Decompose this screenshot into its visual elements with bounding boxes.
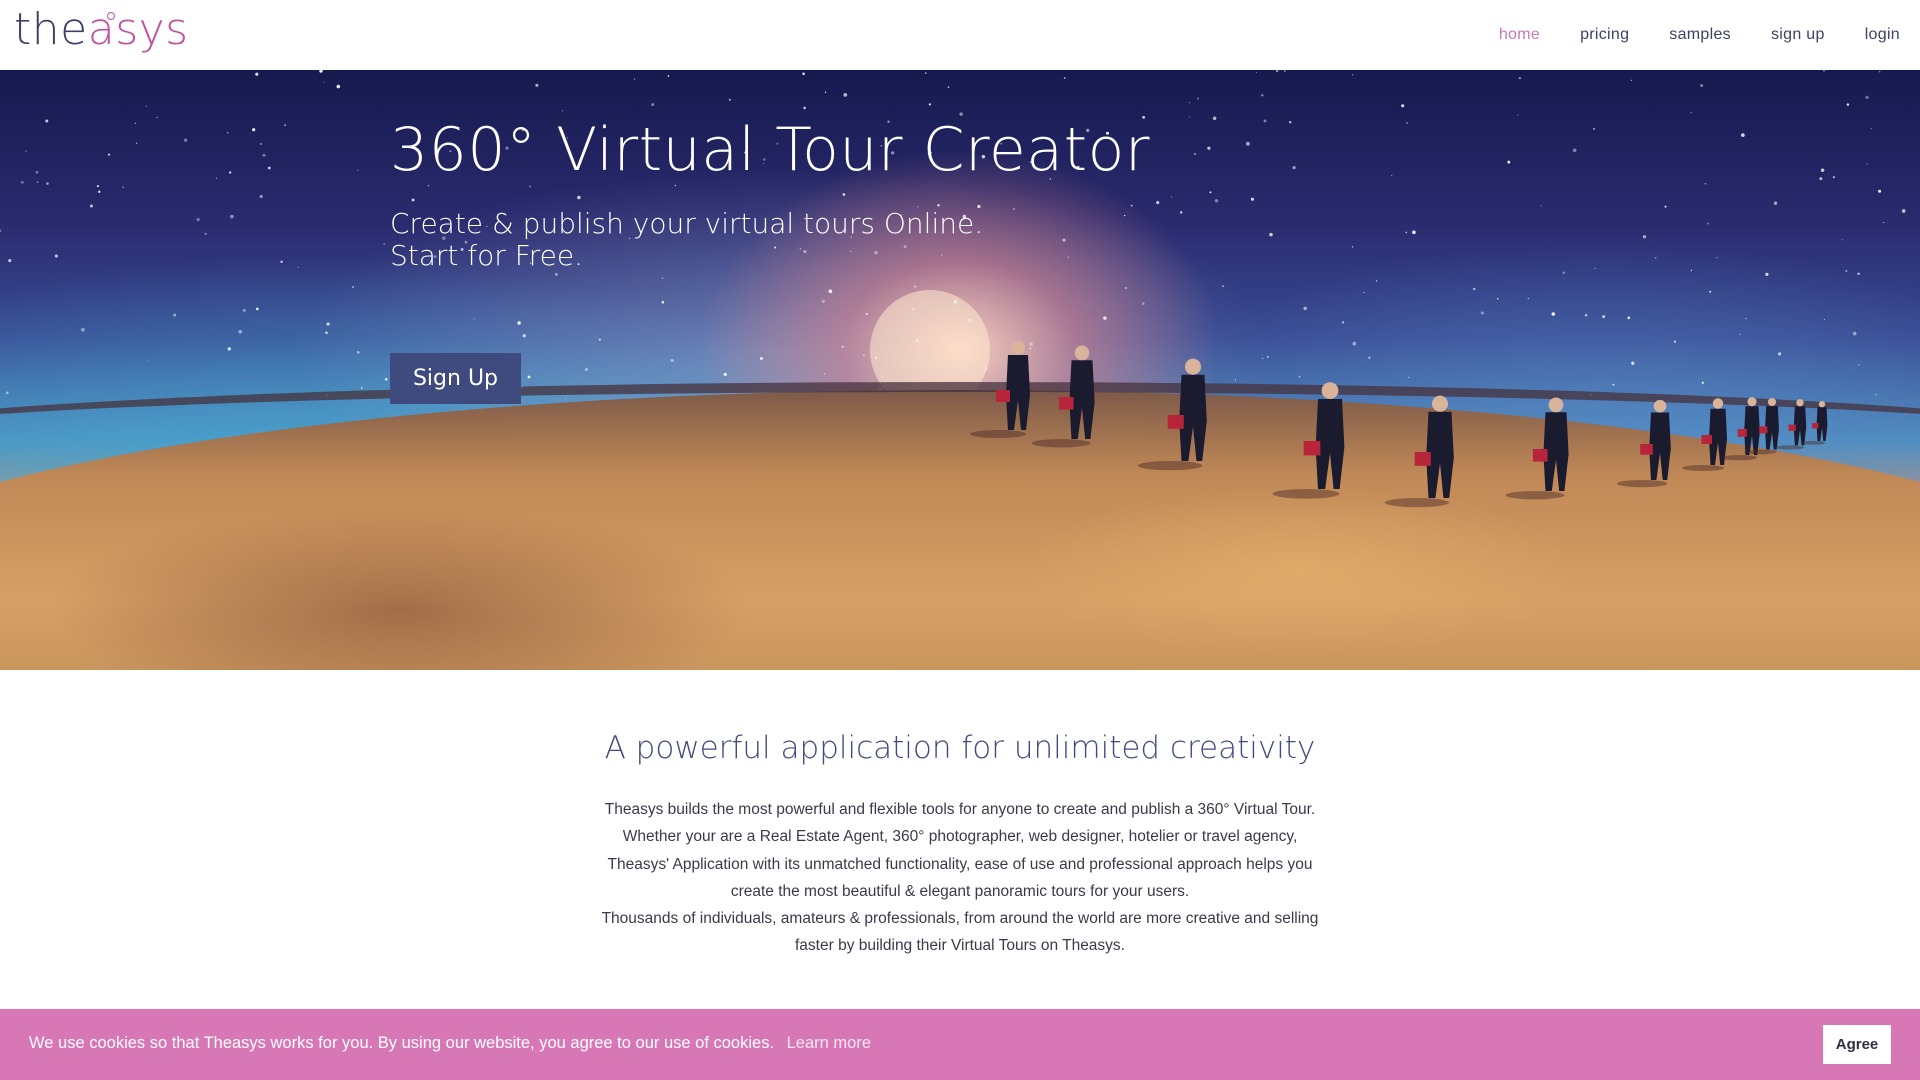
hero-subtitle-line: Create & publish your virtual tours Onli… [390,207,984,240]
nav-samples[interactable]: samples [1649,26,1751,44]
nav-home[interactable]: home [1479,26,1560,44]
intro-heading: A powerful application for unlimited cre… [604,730,1316,766]
intro-line: Thousands of individuals, amateurs & pro… [601,910,1319,928]
intro-line: Theasys' Application with its unmatched … [607,855,1313,873]
cookie-message-row: We use cookies so that Theasys works for… [29,1034,871,1053]
intro-line: Theasys builds the most powerful and fle… [604,801,1316,818]
hero-title: 360° Virtual Tour Creator [390,115,1150,185]
hero-sign-up-button[interactable]: Sign Up [390,353,521,404]
intro-line: faster by building their Virtual Tours o… [795,937,1125,955]
intro-line: Whether your are a Real Estate Agent, 36… [622,828,1298,846]
intro-paragraph: Theasys builds the most powerful and fle… [580,796,1340,960]
cookie-message: We use cookies so that Theasys works for… [29,1034,775,1052]
intro-line: create the most beautiful & elegant pano… [730,882,1190,900]
hero-banner: 360° Virtual Tour Creator Create & publi… [0,70,1920,670]
cookie-banner: We use cookies so that Theasys works for… [0,1009,1920,1080]
theasys-logo[interactable]: the a sys [14,8,189,58]
cookie-learn-more-link[interactable]: Learn more [787,1034,871,1052]
site-header: the a sys home pricing samples sign up log… [0,0,1920,70]
logo-text-part: the [14,4,88,55]
cookie-agree-button[interactable]: Agree [1823,1025,1891,1064]
hero-content: 360° Virtual Tour Creator Create & publi… [390,114,1290,404]
nav-pricing[interactable]: pricing [1560,26,1649,44]
main-nav: home pricing samples sign up login [1479,0,1900,70]
hero-subtitle-line: Start for Free. [390,239,584,272]
hero-subtitle: Create & publish your virtual tours Onli… [390,208,1290,272]
logo-ring-icon [107,12,115,20]
logo-text-part: sys [115,4,189,55]
nav-sign-up[interactable]: sign up [1751,26,1845,44]
intro-section: A powerful application for unlimited cre… [0,670,1920,960]
nav-login[interactable]: login [1845,26,1900,44]
